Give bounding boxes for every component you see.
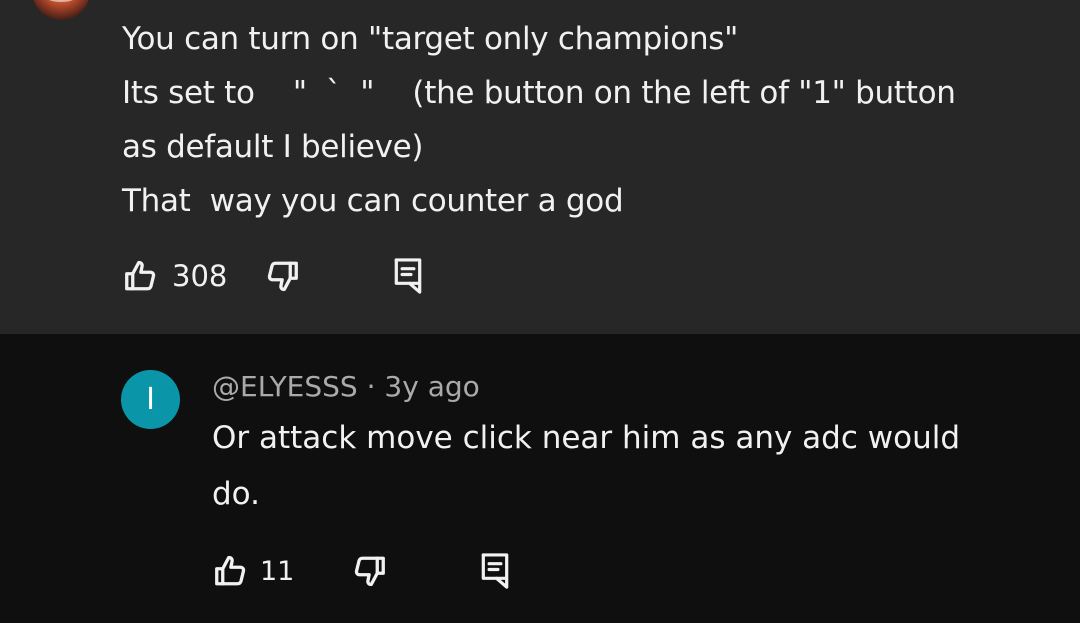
reply-time: 3y ago [384,370,480,403]
reply-actions: 11 [212,553,514,589]
thumbs-up-icon[interactable] [122,257,160,295]
comment-actions: 308 [122,258,427,294]
meta-separator: · [366,370,376,403]
thumbs-up-icon[interactable] [212,552,250,590]
commenter-avatar[interactable] [32,0,90,20]
thumbs-down-icon[interactable] [263,257,301,295]
reply-comment-icon[interactable] [389,257,427,295]
comment-line: as default I believe) [122,129,424,165]
reply-avatar[interactable]: I [121,370,180,429]
like-count: 308 [172,259,228,293]
comment-text: You can turn on "target only champions" … [122,12,1022,228]
reply-text: Or attack move click near him as any adc… [212,420,961,512]
reply-meta: @ELYESSS · 3y ago [212,370,480,403]
parent-comment: You can turn on "target only champions" … [0,0,1080,334]
reply-comment-icon[interactable] [476,552,514,590]
comment-line: That way you can counter a god [122,183,624,219]
like-count: 11 [260,555,295,587]
thumbs-down-icon[interactable] [350,552,388,590]
reply-author[interactable]: @ELYESSS [212,370,358,403]
comment-line: Its set to " ` " (the button on the left… [122,75,956,111]
comment-line: You can turn on "target only champions" [122,21,739,57]
